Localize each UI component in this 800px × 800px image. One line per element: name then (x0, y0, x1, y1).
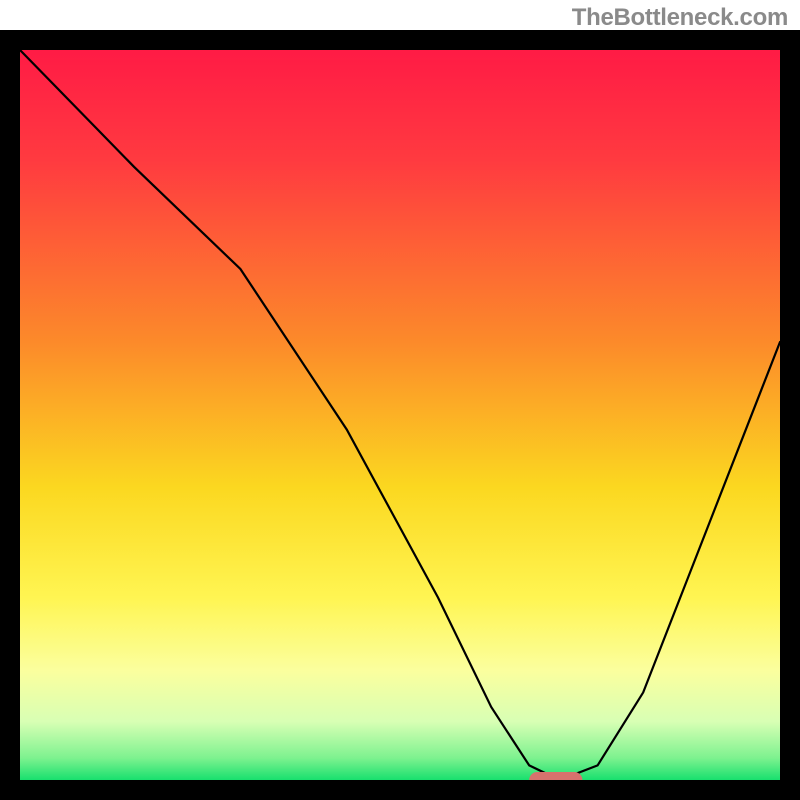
plot-area (20, 50, 780, 788)
bottleneck-chart (0, 0, 800, 800)
watermark-text: TheBottleneck.com (572, 4, 788, 32)
chart-container: TheBottleneck.com (0, 0, 800, 800)
plot-background (20, 50, 780, 780)
